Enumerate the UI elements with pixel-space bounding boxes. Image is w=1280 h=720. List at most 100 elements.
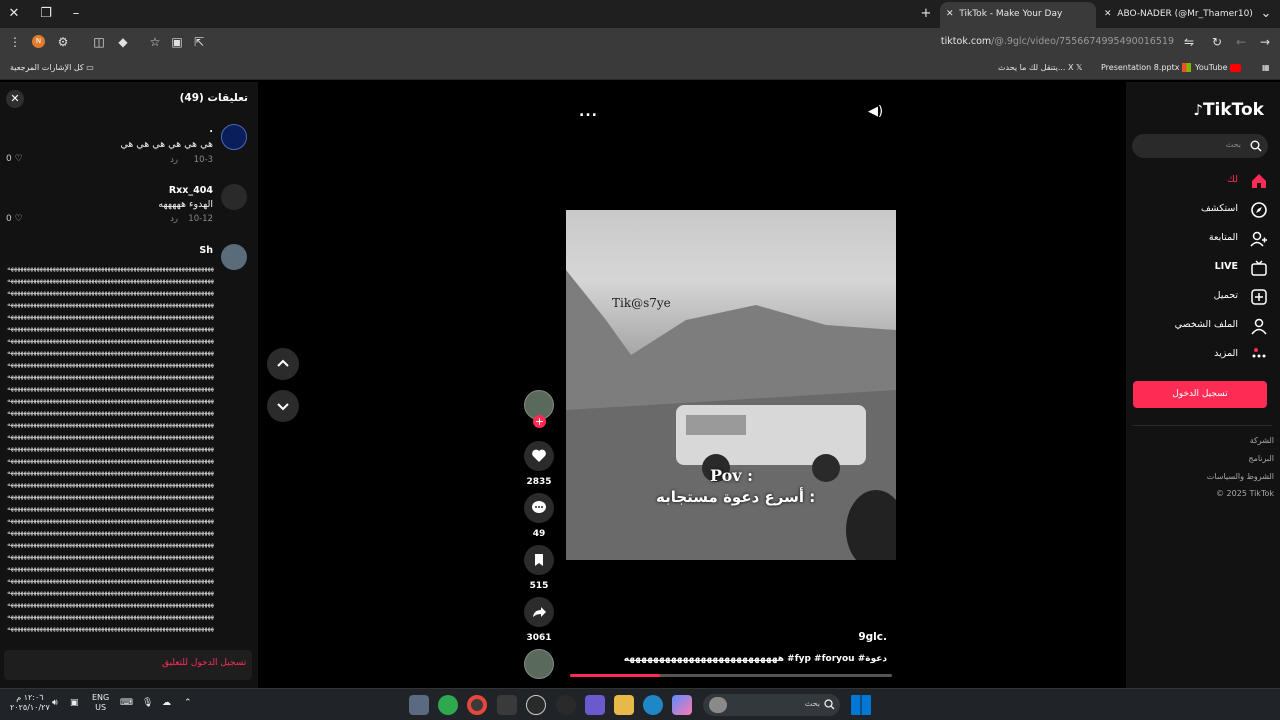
all-bookmarks-folder[interactable]: كل الإشارات المرجعية ▭ <box>10 61 94 75</box>
share-icon[interactable]: ⇱ <box>192 35 206 49</box>
comment-username[interactable]: Sh <box>199 245 213 256</box>
more-options-icon[interactable]: ... <box>579 104 598 120</box>
keyboard-tray-icon[interactable]: ⌨ <box>120 698 133 708</box>
footer-program[interactable]: البرنامج <box>1248 454 1274 463</box>
network-tray-icon[interactable]: ▣ <box>70 698 79 708</box>
commenter-avatar[interactable] <box>221 184 247 210</box>
tab-search-icon[interactable]: ⌄ <box>1256 4 1276 24</box>
music-disc-avatar[interactable] <box>524 649 554 679</box>
comment-text-line: هههههههههههههههههههههههههههههههههههههههه… <box>7 372 214 380</box>
restore-window-icon[interactable]: ❐ <box>36 4 56 24</box>
tray-overflow-icon[interactable]: ⌃ <box>184 698 192 708</box>
next-video-button[interactable] <box>267 390 299 422</box>
file-explorer-app-icon[interactable] <box>614 695 634 715</box>
language-indicator[interactable]: ENG US <box>92 693 109 713</box>
taskbar-search[interactable]: بحث <box>703 694 840 716</box>
comment-text-line: هههههههههههههههههههههههههههههههههههههههه… <box>7 360 214 368</box>
taskbar-search-placeholder: بحث <box>804 699 820 708</box>
commenter-avatar[interactable] <box>221 244 247 270</box>
comment-like[interactable]: 0 ♡ <box>6 154 23 164</box>
search-box[interactable]: بحث <box>1132 134 1268 158</box>
address-bar[interactable]: tiktok.com/@.9glc/video/7556674995490016… <box>941 34 1174 50</box>
back-icon[interactable]: → <box>1258 35 1272 49</box>
bookmark-label: YouTube <box>1195 63 1228 72</box>
comment-button[interactable] <box>524 493 554 523</box>
nav-explore[interactable]: استكشف <box>1138 200 1268 220</box>
comment-like[interactable]: 0 ♡ <box>6 214 23 224</box>
nav-more[interactable]: المزيد <box>1138 345 1268 365</box>
search-icon[interactable] <box>1250 140 1262 152</box>
close-comments-icon[interactable]: ✕ <box>6 90 24 108</box>
nav-following[interactable]: المتابعة <box>1138 229 1268 249</box>
extension-icon[interactable]: ⚙ <box>56 35 70 49</box>
bookmark-presentation[interactable]: Presentation 8.pptx <box>1101 61 1191 75</box>
comment-text-line: هههههههههههههههههههههههههههههههههههههههه… <box>7 492 214 500</box>
forward-icon[interactable]: ← <box>1234 35 1248 49</box>
share-button[interactable] <box>524 597 554 627</box>
diamond-icon[interactable]: ◆ <box>116 35 130 49</box>
minimize-window-icon[interactable]: – <box>66 4 86 24</box>
extensions-puzzle-icon[interactable]: ◫ <box>92 35 106 49</box>
video-progress-bar[interactable] <box>570 674 892 677</box>
bookmark-star-icon[interactable]: ☆ <box>148 35 162 49</box>
nav-live[interactable]: LIVE <box>1138 258 1268 278</box>
footer-company[interactable]: الشركة <box>1250 436 1274 445</box>
close-tab-icon[interactable]: ✕ <box>1104 9 1112 19</box>
share-count: 3061 <box>526 633 552 643</box>
comment-username[interactable]: Rxx_404 <box>169 185 213 196</box>
edge-dev-app-icon[interactable] <box>438 695 458 715</box>
apps-grid-icon[interactable]: ▦ <box>1262 61 1270 75</box>
comment-text-line: هههههههههههههههههههههههههههههههههههههههه… <box>7 516 214 524</box>
login-to-comment-link[interactable]: تسجيل الدخول للتعليق <box>162 658 246 668</box>
discord-app-icon[interactable] <box>585 695 605 715</box>
store-app-icon[interactable] <box>497 695 517 715</box>
volume-tray-icon[interactable]: 🔊︎ <box>52 698 58 708</box>
copilot-app-icon[interactable] <box>672 695 692 715</box>
start-menu-icon[interactable] <box>851 695 871 715</box>
clock-time: ١٢:٠٦ م <box>16 693 44 702</box>
bookmark-youtube[interactable]: YouTube <box>1195 61 1242 75</box>
close-window-icon[interactable]: ✕ <box>4 4 24 24</box>
footer-terms[interactable]: الشروط والسياسات <box>1207 472 1274 481</box>
microphone-tray-icon[interactable]: 🎙︎ <box>142 698 153 708</box>
settings-app-icon[interactable] <box>409 695 429 715</box>
comment-text: الهدوء هههههه <box>158 199 213 210</box>
bookmark-x[interactable]: يتنقل لك ما يحدث... X 𝕏 <box>998 61 1082 75</box>
clock[interactable]: ١٢:٠٦ م ٢٠٢٥/١٠/٢٧ <box>10 693 50 713</box>
tab-tiktok[interactable]: ✕ TikTok - Make Your Day <box>940 2 1096 28</box>
nav-profile[interactable]: الملف الشخصي <box>1138 316 1268 336</box>
edge-app-icon[interactable] <box>643 695 663 715</box>
login-button[interactable]: تسجيل الدخول <box>1133 381 1267 408</box>
tiktok-logo[interactable]: ♪TikTok <box>1193 100 1264 120</box>
follow-plus-icon[interactable]: + <box>533 415 546 428</box>
comment-text-line: هههههههههههههههههههههههههههههههههههههههه… <box>7 432 214 440</box>
nav-upload[interactable]: تحميل <box>1138 287 1268 307</box>
close-tab-icon[interactable]: ✕ <box>946 9 954 19</box>
comment-username[interactable]: . <box>209 124 213 135</box>
save-button[interactable] <box>524 545 554 575</box>
commenter-avatar[interactable] <box>221 124 247 150</box>
video-player[interactable]: Tik@s7ye Pov : أسرع دعوة مستجابه : <box>566 210 896 560</box>
reply-button[interactable]: رد <box>170 155 178 165</box>
onedrive-tray-icon[interactable]: ☁ <box>162 698 171 708</box>
login-to-comment-bar[interactable]: تسجيل الدخول للتعليق <box>4 650 252 680</box>
profile-avatar[interactable]: N <box>32 35 45 48</box>
previous-video-button[interactable] <box>267 348 299 380</box>
nav-for-you[interactable]: لك <box>1138 171 1268 191</box>
heart-outline-icon: ♡ <box>14 214 23 224</box>
like-button[interactable] <box>524 441 554 471</box>
chatgpt-app-icon[interactable] <box>526 695 546 715</box>
volume-icon[interactable]: ◀) <box>868 104 883 119</box>
tab-abo-nader[interactable]: ✕ ABO-NADER (@Mr_Thamer10) <box>1098 2 1252 28</box>
reload-icon[interactable]: ↻ <box>1210 35 1224 49</box>
menu-icon[interactable]: ⋮ <box>8 35 22 49</box>
chrome-app-icon[interactable] <box>467 695 487 715</box>
capcut-app-icon[interactable] <box>556 695 576 715</box>
bookmark-label: يتنقل لك ما يحدث... X <box>998 63 1074 72</box>
comment-text-line: هههههههههههههههههههههههههههههههههههههههه… <box>7 300 214 308</box>
translate-icon[interactable]: ▣ <box>170 35 184 49</box>
video-author[interactable]: 9glc. <box>858 631 887 643</box>
reply-button[interactable]: رد <box>170 214 178 224</box>
new-tab-icon[interactable]: + <box>916 4 936 24</box>
site-settings-icon[interactable]: ⇋ <box>1182 35 1196 49</box>
